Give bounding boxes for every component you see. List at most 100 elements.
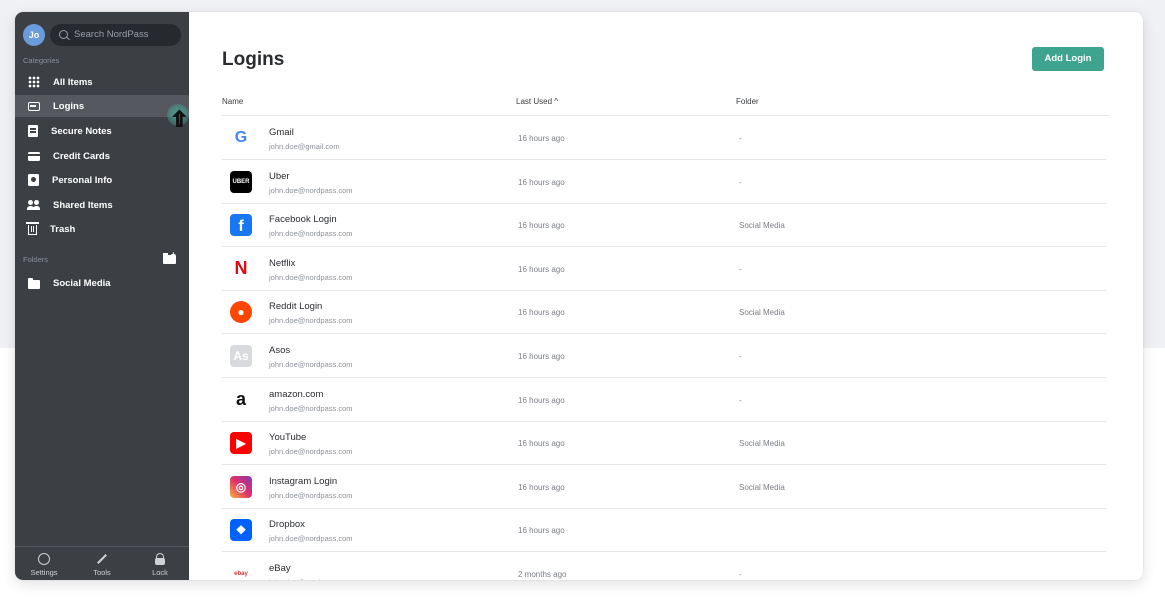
login-title: Instagram Login xyxy=(269,475,338,487)
add-folder-icon[interactable] xyxy=(163,250,176,264)
folder-value: - xyxy=(739,352,742,361)
tools-label: Tools xyxy=(93,568,111,577)
login-title: Gmail xyxy=(269,127,294,138)
table-row[interactable]: ebay eBay john.doe@nordpass.com 2 months ag… xyxy=(222,552,1106,580)
sidebar: Jo Search NordPass Categories All Items … xyxy=(15,12,189,580)
folder-value: - xyxy=(739,264,742,274)
folders-label: Folders xyxy=(23,255,49,264)
login-title: Netflix xyxy=(269,257,296,269)
person-icon xyxy=(28,174,39,186)
table-row[interactable]: G Gmail john.doe@gmail.com 16 hours ago - xyxy=(222,116,1106,160)
lock-icon xyxy=(155,553,165,565)
site-logo-icon: f xyxy=(230,214,252,237)
sidebar-item-label: Logins xyxy=(53,100,85,112)
sidebar-item-label: All Items xyxy=(53,76,93,88)
site-logo-icon: ◎ xyxy=(230,475,252,498)
site-logo-icon: ❖ xyxy=(230,519,252,542)
site-logo-icon: ● xyxy=(230,301,252,324)
site-logo-icon: G xyxy=(230,127,252,149)
last-used-value: 2 months ago xyxy=(518,570,567,579)
sidebar-item-trash[interactable]: Trash xyxy=(15,218,189,240)
folder-value: Social Media xyxy=(739,482,785,492)
login-email: john.doe@nordpass.com xyxy=(269,229,353,239)
login-email: john.doe@nordpass.com xyxy=(269,447,353,457)
column-header-folder[interactable]: Folder xyxy=(736,97,759,106)
sidebar-item-logins[interactable]: Logins xyxy=(15,95,189,117)
settings-icon xyxy=(38,553,50,565)
sidebar-item-label: Social Media xyxy=(53,277,111,289)
sidebar-item-credit-cards[interactable]: Credit Cards xyxy=(15,145,189,167)
sidebar-item-label: Secure Notes xyxy=(51,125,112,137)
grid-icon xyxy=(28,76,40,88)
site-logo-icon: N xyxy=(230,257,252,280)
login-title: YouTube xyxy=(269,432,307,444)
sidebar-item-secure-notes[interactable]: Secure Notes xyxy=(15,120,189,142)
last-used-value: 16 hours ago xyxy=(518,395,565,405)
site-logo-icon: As xyxy=(230,345,252,367)
settings-button[interactable]: Settings xyxy=(15,547,73,580)
login-email: john.doe@nordpass.com xyxy=(269,360,353,369)
sidebar-item-shared-items[interactable]: Shared Items xyxy=(15,194,189,216)
login-email: john.doe@nordpass.com xyxy=(269,490,353,500)
sidebar-item-personal-info[interactable]: Personal Info xyxy=(15,169,189,191)
sidebar-item-label: Credit Cards xyxy=(53,150,111,162)
login-title: eBay xyxy=(269,563,291,574)
page-title: Logins xyxy=(222,49,285,70)
folder-value: - xyxy=(739,177,742,187)
site-logo-icon: ▶ xyxy=(230,432,252,455)
column-header-last-used[interactable]: Last Used ^ xyxy=(516,97,558,106)
shared-users-icon xyxy=(27,199,40,211)
column-header-name[interactable]: Name xyxy=(222,97,243,106)
login-email: john.doe@nordpass.com xyxy=(269,534,353,544)
login-title: amazon.com xyxy=(269,388,324,400)
table-row[interactable]: ❖ Dropbox john.doe@nordpass.com 16 hours ag… xyxy=(222,508,1106,553)
add-login-button[interactable]: Add Login xyxy=(1032,47,1104,71)
last-used-value: 16 hours ago xyxy=(518,352,565,361)
table-row[interactable]: UBER Uber john.doe@nordpass.com 16 hours ag… xyxy=(222,160,1106,204)
mouse-cursor-icon: ⇧ xyxy=(170,109,188,131)
search-placeholder: Search NordPass xyxy=(74,29,149,40)
folder-value: Social Media xyxy=(739,308,785,318)
last-used-value: 16 hours ago xyxy=(518,264,565,274)
folder-value: - xyxy=(739,570,742,579)
settings-label: Settings xyxy=(30,568,58,577)
folder-icon xyxy=(28,277,40,289)
folder-value: Social Media xyxy=(739,221,785,231)
login-email: john.doe@nordpass.com xyxy=(269,403,353,413)
sidebar-item-all-items[interactable]: All Items xyxy=(15,71,189,93)
folder-value: Social Media xyxy=(739,439,785,449)
folder-value: - xyxy=(739,395,742,405)
sidebar-item-label: Trash xyxy=(50,223,76,235)
last-used-value: 16 hours ago xyxy=(518,482,565,492)
sidebar-folder-social-media[interactable]: Social Media xyxy=(15,272,189,294)
last-used-value: 16 hours ago xyxy=(518,177,565,187)
table-row[interactable]: As Asos john.doe@nordpass.com 16 hours ago - xyxy=(222,334,1106,378)
table-row[interactable]: N Netflix john.doe@nordpass.com 16 hours ag… xyxy=(222,247,1106,291)
avatar[interactable]: Jo xyxy=(23,24,45,46)
table-row[interactable]: a amazon.com john.doe@nordpass.com 16 hours… xyxy=(222,378,1106,422)
login-email: john.doe@gmail.com xyxy=(269,142,340,151)
table-row[interactable]: f Facebook Login john.doe@nordpass.com 16 h… xyxy=(222,203,1106,248)
login-title: Asos xyxy=(269,345,291,356)
last-used-value: 16 hours ago xyxy=(518,526,565,536)
lock-label: Lock xyxy=(152,568,168,577)
search-input[interactable]: Search NordPass xyxy=(50,24,181,46)
categories-label: Categories xyxy=(23,56,60,65)
sidebar-item-label: Personal Info xyxy=(52,174,113,186)
table-row[interactable]: ◎ Instagram Login john.doe@nordpass.com 16 … xyxy=(222,465,1106,509)
last-used-value: 16 hours ago xyxy=(518,221,565,231)
search-icon xyxy=(59,30,68,39)
folder-value: - xyxy=(739,134,742,143)
login-email: john.doe@nordpass.com xyxy=(269,316,353,326)
app-window: Jo Search NordPass Categories All Items … xyxy=(15,12,1143,580)
credit-card-icon xyxy=(28,151,40,161)
sidebar-footer: Settings Tools Lock xyxy=(15,546,189,580)
login-card-icon xyxy=(28,102,40,111)
table-row[interactable]: ● Reddit Login john.doe@nordpass.com 16 hou… xyxy=(222,290,1106,335)
last-used-value: 16 hours ago xyxy=(518,308,565,318)
tools-button[interactable]: Tools xyxy=(73,547,131,580)
table-row[interactable]: ▶ YouTube john.doe@nordpass.com 16 hours ag… xyxy=(222,421,1106,466)
login-title: Reddit Login xyxy=(269,301,323,313)
lock-button[interactable]: Lock xyxy=(131,547,189,580)
site-logo-icon: ebay xyxy=(230,563,252,580)
